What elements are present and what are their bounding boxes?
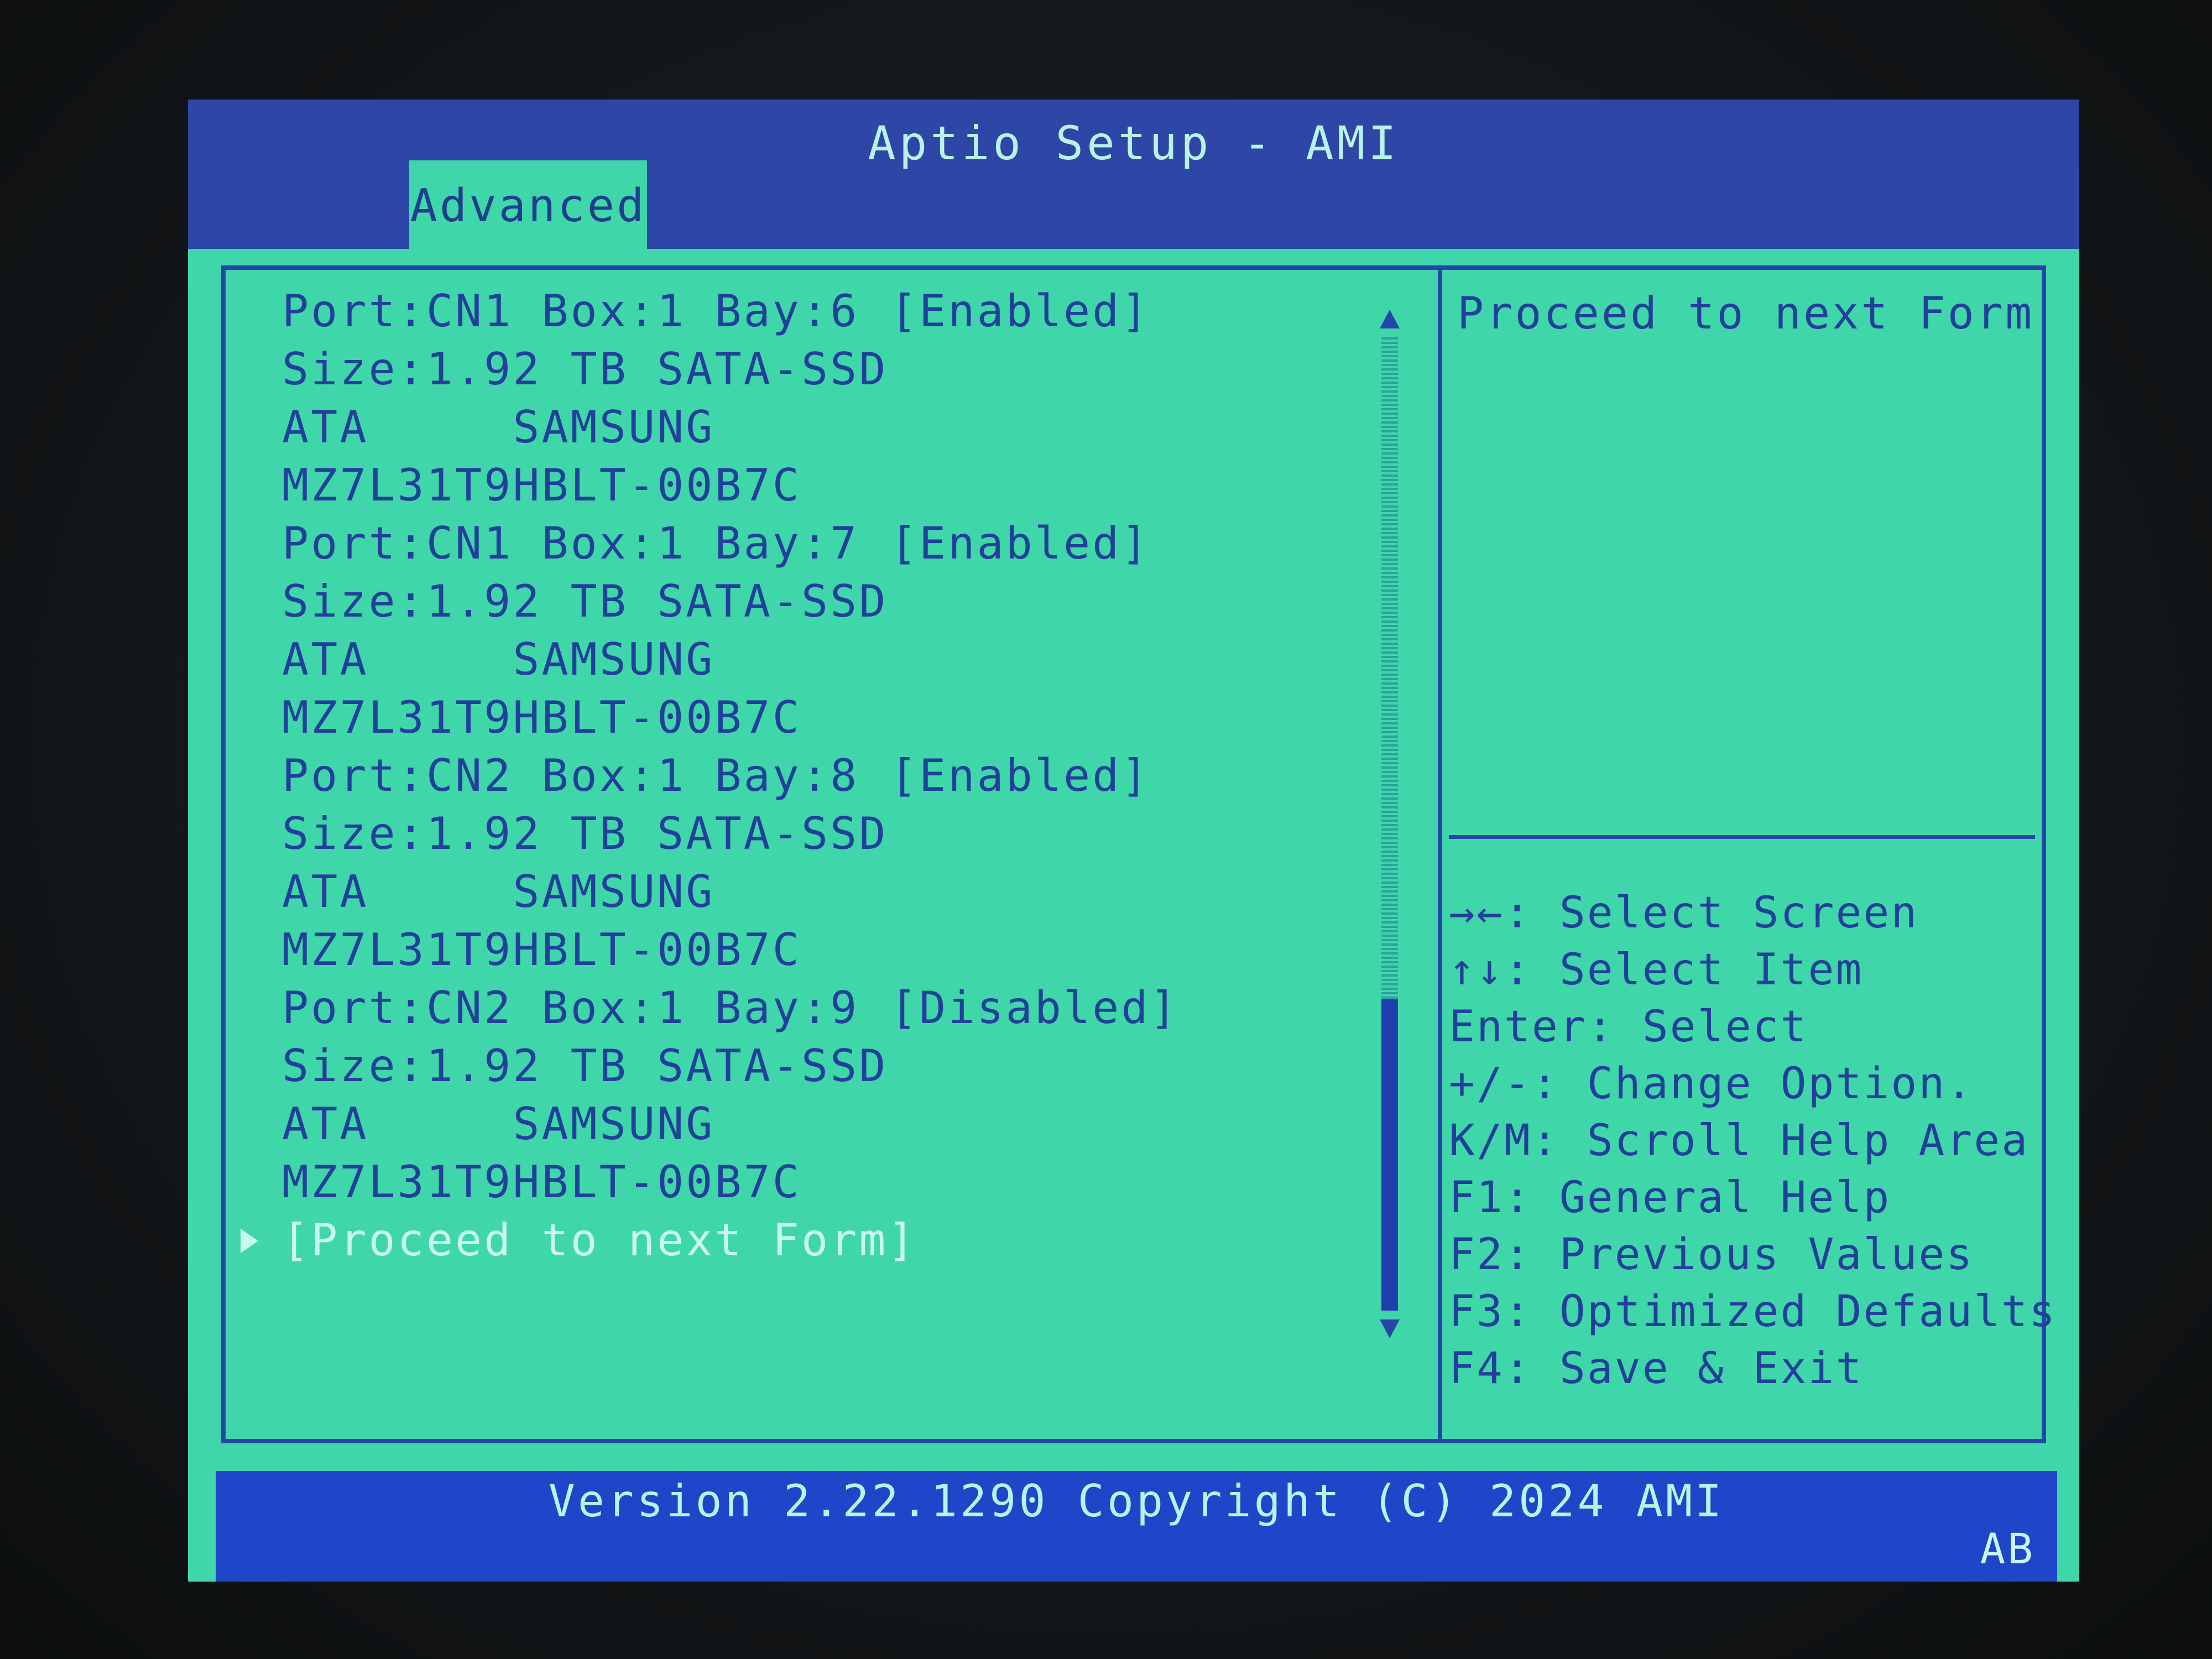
device-info-text: Size:1.92 TB SATA-SSD [282, 343, 888, 395]
device-info-text: ATA SAMSUNG [282, 634, 715, 685]
scroll-up-arrow-icon[interactable] [1380, 310, 1400, 328]
help-divider [1449, 835, 2035, 839]
help-text: Proceed to next Form [1457, 288, 2034, 339]
bios-screen: Aptio Setup - AMI Advanced Port:CN1 Box:… [188, 100, 2079, 1582]
footer-bar: Version 2.22.1290 Copyright (C) 2024 AMI… [216, 1471, 2057, 1582]
device-info-text: MZ7L31T9HBLT-00B7C [282, 460, 801, 511]
device-state-value[interactable]: [Disabled] [890, 979, 1179, 1037]
scroll-down-arrow-icon[interactable] [1380, 1319, 1400, 1338]
device-info-row: Size:1.92 TB SATA-SSD [282, 1037, 1388, 1095]
device-info-text: Size:1.92 TB SATA-SSD [282, 576, 888, 627]
device-port-label: Port:CN1 Box:1 Bay:7 [282, 518, 859, 569]
device-option-row[interactable]: Port:CN2 Box:1 Bay:9 [Disabled] [282, 979, 1388, 1037]
device-state-value[interactable]: [Enabled] [890, 282, 1150, 340]
scrollbar[interactable] [1377, 310, 1402, 1338]
key-hint: +/-: Change Option. [1449, 1059, 1974, 1109]
key-hint: F2: Previous Values [1449, 1230, 1974, 1280]
device-info-row: Size:1.92 TB SATA-SSD [282, 572, 1388, 630]
device-info-text: ATA SAMSUNG [282, 401, 715, 453]
selection-arrow-icon [241, 1229, 258, 1253]
proceed-label: [Proceed to next Form] [282, 1214, 917, 1266]
key-hint: F3: Optimized Defaults [1449, 1287, 2057, 1337]
device-info-text: Size:1.92 TB SATA-SSD [282, 1040, 888, 1092]
device-list: Port:CN1 Box:1 Bay:6 [Enabled] Size:1.92 T… [241, 282, 1388, 1269]
device-option-row[interactable]: Port:CN1 Box:1 Bay:6 [Enabled] [282, 282, 1388, 340]
device-info-text: MZ7L31T9HBLT-00B7C [282, 1156, 801, 1208]
device-state-value[interactable]: [Enabled] [890, 514, 1150, 572]
key-hint: F4: Save & Exit [1449, 1344, 1864, 1394]
scroll-thumb[interactable] [1381, 999, 1398, 1311]
version-text: Version 2.22.1290 Copyright (C) 2024 AMI [548, 1475, 1725, 1527]
device-info-row: MZ7L31T9HBLT-00B7C [282, 921, 1388, 979]
device-info-row: ATA SAMSUNG [282, 398, 1388, 456]
key-legend: →←: Select Screen ↑↓: Select Item Enter: S… [1449, 885, 2057, 1397]
key-hint: →←: Select Screen [1449, 888, 1919, 938]
device-info-text: MZ7L31T9HBLT-00B7C [282, 692, 801, 743]
key-hint: F1: General Help [1449, 1173, 1891, 1223]
device-info-text: MZ7L31T9HBLT-00B7C [282, 924, 801, 975]
device-info-row: ATA SAMSUNG [282, 863, 1388, 921]
device-state-value[interactable]: [Enabled] [890, 747, 1150, 805]
device-port-label: Port:CN1 Box:1 Bay:6 [282, 285, 859, 337]
device-info-row: Size:1.92 TB SATA-SSD [282, 805, 1388, 863]
device-port-label: Port:CN2 Box:1 Bay:9 [282, 982, 859, 1034]
device-option-row[interactable]: Port:CN2 Box:1 Bay:8 [Enabled] [282, 747, 1388, 805]
device-info-text: ATA SAMSUNG [282, 1098, 715, 1150]
device-info-row: MZ7L31T9HBLT-00B7C [282, 1153, 1388, 1211]
title-bar: Aptio Setup - AMI Advanced [188, 100, 2079, 252]
proceed-next-form-item[interactable]: [Proceed to next Form] [241, 1211, 1388, 1269]
device-info-row: ATA SAMSUNG [282, 630, 1388, 688]
device-info-text: Size:1.92 TB SATA-SSD [282, 808, 888, 859]
device-info-row: MZ7L31T9HBLT-00B7C [282, 456, 1388, 514]
key-hint: ↑↓: Select Item [1449, 945, 1864, 995]
footer-badge: AB [1980, 1524, 2035, 1573]
panel-divider [1438, 265, 1442, 1443]
device-info-row: Size:1.92 TB SATA-SSD [282, 340, 1388, 398]
main-panel: Port:CN1 Box:1 Bay:6 [Enabled] Size:1.92 T… [205, 249, 2057, 1443]
device-info-row: ATA SAMSUNG [282, 1095, 1388, 1153]
device-info-text: ATA SAMSUNG [282, 866, 715, 917]
tab-advanced[interactable]: Advanced [409, 160, 647, 252]
device-port-label: Port:CN2 Box:1 Bay:8 [282, 750, 859, 801]
key-hint: K/M: Scroll Help Area [1449, 1116, 2030, 1166]
device-info-row: MZ7L31T9HBLT-00B7C [282, 688, 1388, 747]
device-option-row[interactable]: Port:CN1 Box:1 Bay:7 [Enabled] [282, 514, 1388, 572]
key-hint: Enter: Select [1449, 1002, 1808, 1052]
